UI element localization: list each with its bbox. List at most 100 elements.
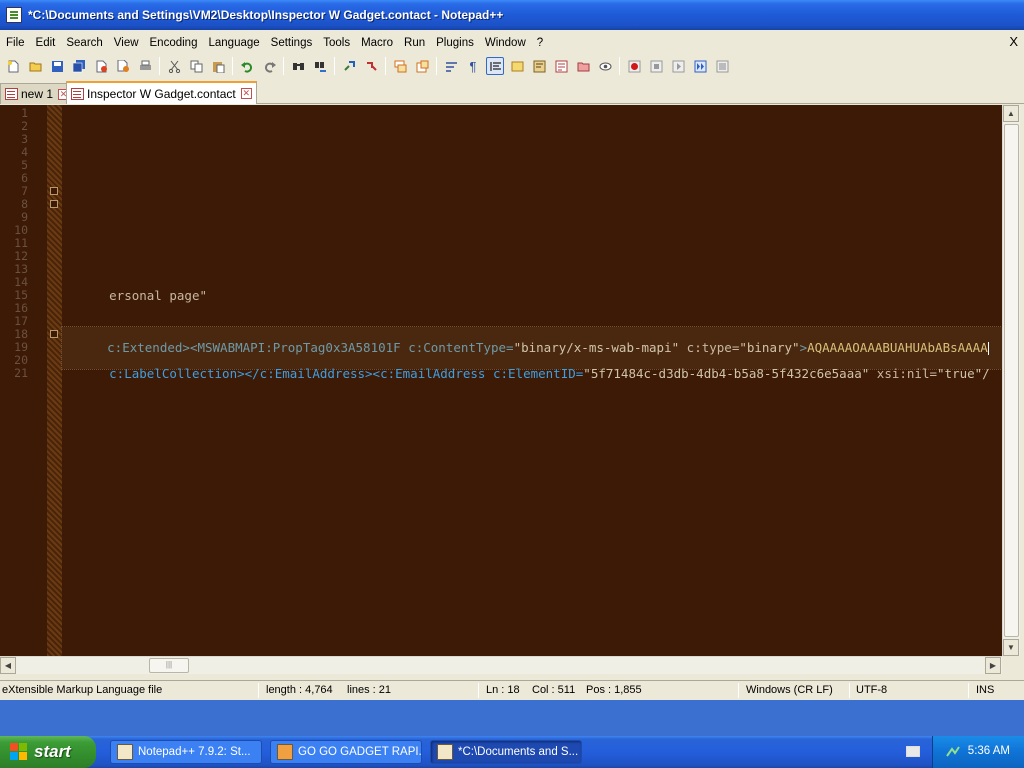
close-all-icon[interactable]	[114, 57, 132, 75]
folder-as-workspace-icon[interactable]	[574, 57, 592, 75]
task-label: Notepad++ 7.9.2: St...	[138, 746, 251, 758]
tab-label: new 1	[21, 87, 54, 101]
replace-icon[interactable]	[311, 57, 329, 75]
record-macro-icon[interactable]	[625, 57, 643, 75]
find-icon[interactable]	[289, 57, 307, 75]
playback-macro-icon[interactable]	[669, 57, 687, 75]
vertical-scroll-thumb[interactable]	[1004, 124, 1019, 637]
vertical-scrollbar[interactable]: ▲ ▼	[1002, 105, 1020, 656]
keyboard-language-icon[interactable]	[906, 746, 920, 757]
status-divider	[258, 683, 259, 698]
title-bar[interactable]: *C:\Documents and Settings\VM2\Desktop\I…	[0, 0, 1024, 30]
status-column: Col : 511	[532, 684, 576, 696]
zoom-out-icon[interactable]	[362, 57, 380, 75]
show-all-characters-icon[interactable]: ¶	[464, 57, 482, 75]
tab-bar: new 1 ✕ Inspector W Gadget.contact ✕	[0, 80, 1024, 104]
user-defined-language-icon[interactable]	[508, 57, 526, 75]
function-list-icon[interactable]	[552, 57, 570, 75]
code-area[interactable]: ersonal page" c:Extended><MSWABMAPI:Prop…	[61, 105, 1003, 656]
stop-recording-icon[interactable]	[647, 57, 665, 75]
system-tray: 5:36 AM	[932, 736, 1024, 768]
menu-bar: File Edit Search View Encoding Language …	[0, 33, 1024, 53]
taskbar-notepadpp-document[interactable]: *C:\Documents and S...	[430, 740, 582, 764]
tab-new-1[interactable]: new 1 ✕	[0, 83, 75, 104]
sync-horizontal-icon[interactable]	[413, 57, 431, 75]
toolbar-separator	[619, 57, 620, 75]
paste-icon[interactable]	[209, 57, 227, 75]
menu-window[interactable]: Window	[479, 34, 531, 52]
status-eol[interactable]: Windows (CR LF)	[744, 681, 833, 700]
word-wrap-icon[interactable]	[442, 57, 460, 75]
menu-edit[interactable]: Edit	[30, 34, 61, 52]
copy-icon[interactable]	[187, 57, 205, 75]
new-file-icon[interactable]	[4, 57, 22, 75]
horizontal-scroll-thumb[interactable]: |||	[149, 658, 189, 673]
tab-close-icon[interactable]: ✕	[240, 88, 252, 99]
file-tab-icon	[71, 87, 84, 100]
toolbar-separator	[283, 57, 284, 75]
editor-pane[interactable]: 1 2 3 4 5 6 7 8 9 10 11 12 13 14 15 16 1…	[0, 105, 1020, 656]
scroll-right-icon[interactable]: ▶	[985, 657, 1001, 674]
notepadpp-app-icon[interactable]	[6, 7, 22, 23]
menu-file[interactable]: File	[0, 34, 30, 52]
horizontal-scrollbar[interactable]: ◀ ||| ▶	[0, 656, 1002, 674]
menu-run[interactable]: Run	[398, 34, 430, 52]
menu-search[interactable]: Search	[60, 34, 107, 52]
menu-help[interactable]: ?	[531, 34, 548, 52]
task-label: *C:\Documents and S...	[458, 746, 579, 758]
run-macro-multiple-icon[interactable]	[691, 57, 709, 75]
print-icon[interactable]	[136, 57, 154, 75]
close-file-icon[interactable]	[92, 57, 110, 75]
code-line-14[interactable]: ersonal page"	[64, 275, 207, 317]
menu-macro[interactable]: Macro	[355, 34, 398, 52]
fold-marker-icon[interactable]	[50, 200, 58, 208]
taskbar: start Notepad++ 7.9.2: St... GO GO GADGE…	[0, 736, 1024, 768]
code-attribute: xsi:nil=	[869, 366, 938, 381]
code-tag: c:LabelCollection></c:EmailAddress><c:Em…	[109, 366, 486, 381]
notepadpp-task-icon	[437, 744, 453, 760]
status-encoding[interactable]: UTF-8	[854, 681, 887, 700]
menu-plugins[interactable]: Plugins	[430, 34, 479, 52]
sync-vertical-icon[interactable]	[391, 57, 409, 75]
status-position: Pos : 1,855	[586, 684, 642, 696]
file-tab-icon	[5, 88, 18, 100]
tab-inspector-w-gadget[interactable]: Inspector W Gadget.contact ✕	[66, 81, 257, 104]
status-divider	[968, 683, 969, 698]
status-bar: eXtensible Markup Language file length :…	[0, 680, 1024, 700]
save-icon[interactable]	[48, 57, 66, 75]
tab-label: Inspector W Gadget.contact	[87, 86, 236, 101]
network-icon[interactable]	[945, 744, 961, 760]
taskbar-notepadpp-updater[interactable]: Notepad++ 7.9.2: St...	[110, 740, 262, 764]
undo-icon[interactable]	[238, 57, 256, 75]
save-all-icon[interactable]	[70, 57, 88, 75]
fold-marker-icon[interactable]	[50, 187, 58, 195]
start-button[interactable]: start	[0, 736, 96, 768]
scroll-up-icon[interactable]: ▲	[1003, 105, 1019, 122]
status-divider	[849, 683, 850, 698]
scroll-down-icon[interactable]: ▼	[1003, 639, 1019, 656]
menu-tools[interactable]: Tools	[317, 34, 355, 52]
close-document-button[interactable]: X	[1009, 34, 1018, 49]
taskbar-go-go-gadget[interactable]: GO GO GADGET RAPI...	[270, 740, 422, 764]
zoom-in-icon[interactable]	[340, 57, 358, 75]
fold-marker-icon[interactable]	[50, 330, 58, 338]
menu-language[interactable]: Language	[202, 34, 264, 52]
menu-view[interactable]: View	[108, 34, 144, 52]
cut-icon[interactable]	[165, 57, 183, 75]
scroll-left-icon[interactable]: ◀	[0, 657, 16, 674]
toolbar-separator	[159, 57, 160, 75]
monitoring-eye-icon[interactable]	[596, 57, 614, 75]
indent-guide-icon[interactable]	[486, 57, 504, 75]
open-file-icon[interactable]	[26, 57, 44, 75]
line-number-gutter[interactable]: 1 2 3 4 5 6 7 8 9 10 11 12 13 14 15 16 1…	[0, 105, 47, 656]
toolbar-separator	[232, 57, 233, 75]
clock[interactable]: 5:36 AM	[968, 745, 1010, 757]
save-macro-icon[interactable]	[713, 57, 731, 75]
menu-settings[interactable]: Settings	[265, 34, 318, 52]
toolbar: ¶	[0, 54, 1024, 78]
document-map-icon[interactable]	[530, 57, 548, 75]
code-line-20[interactable]: c:LabelCollection></c:EmailAddress><c:Em…	[64, 353, 990, 395]
redo-icon[interactable]	[260, 57, 278, 75]
menu-encoding[interactable]: Encoding	[144, 34, 203, 52]
status-insert-mode[interactable]: INS	[974, 681, 994, 700]
